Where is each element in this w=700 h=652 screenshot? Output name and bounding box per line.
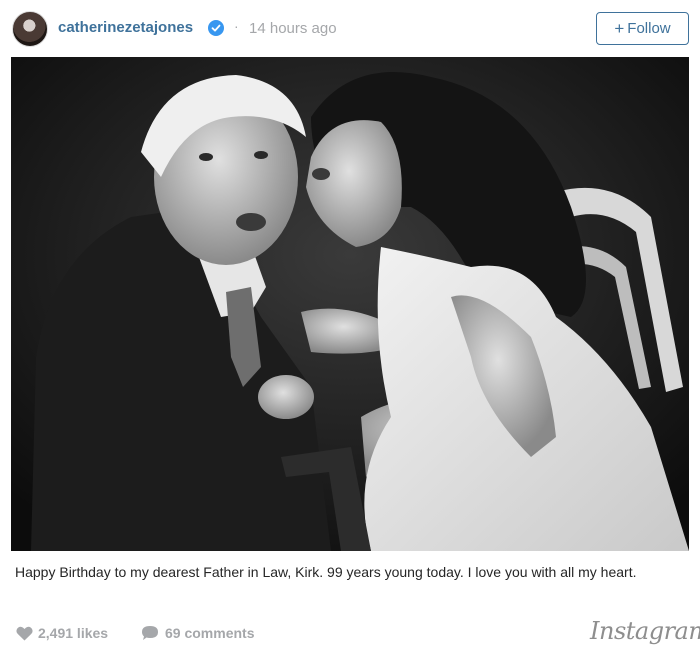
comments-count[interactable]: 69 comments <box>165 625 254 641</box>
heart-icon[interactable] <box>16 626 33 641</box>
photo-image <box>11 57 689 551</box>
verified-badge-icon <box>208 20 224 36</box>
instagram-embed-card: catherinezetajones · 14 hours ago + Foll… <box>0 0 700 652</box>
comment-icon[interactable] <box>141 625 159 641</box>
username-link[interactable]: catherinezetajones <box>58 19 193 36</box>
post-header: catherinezetajones · 14 hours ago + Foll… <box>0 0 700 58</box>
header-separator: · <box>234 18 239 34</box>
follow-button[interactable]: + Follow <box>596 12 689 45</box>
profile-avatar[interactable] <box>12 11 48 47</box>
post-photo[interactable] <box>11 57 689 551</box>
likes-count[interactable]: 2,491 likes <box>38 625 108 641</box>
instagram-logo[interactable]: Instagram <box>590 617 700 645</box>
post-timestamp[interactable]: 14 hours ago <box>249 20 337 37</box>
plus-icon: + <box>614 19 625 38</box>
post-caption: Happy Birthday to my dearest Father in L… <box>15 564 637 580</box>
follow-label: Follow <box>627 20 671 37</box>
